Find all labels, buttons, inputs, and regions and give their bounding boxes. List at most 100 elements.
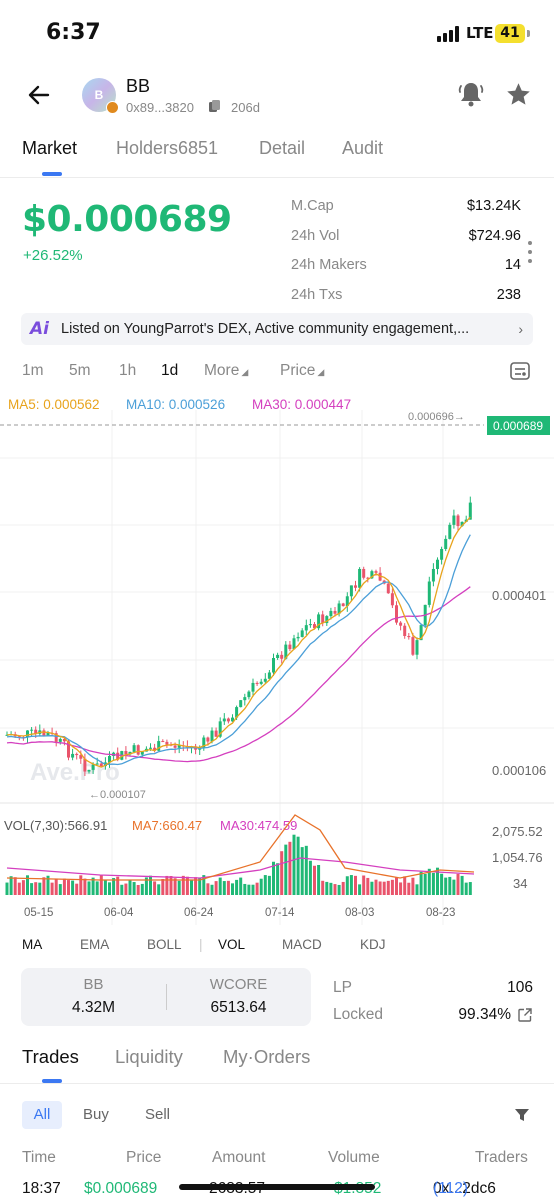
volume-bar — [5, 882, 9, 895]
interval-more[interactable]: More ◢ — [204, 362, 248, 380]
indicator-boll[interactable]: BOLL — [147, 937, 182, 952]
tab-trades[interactable]: Trades — [22, 1046, 79, 1068]
filter-buy[interactable]: Buy — [83, 1106, 109, 1123]
filter-sell[interactable]: Sell — [145, 1106, 170, 1123]
interval-1d[interactable]: 1d — [161, 362, 178, 380]
battery-icon: 41 — [495, 24, 525, 43]
pool-token-a-amount: 4.32M — [71, 999, 116, 1016]
trade-price: $0.000689 — [84, 1180, 158, 1197]
volume-bar — [386, 880, 390, 895]
interval-1m[interactable]: 1m — [22, 362, 44, 380]
candle — [75, 753, 79, 756]
token-age: 206d — [231, 100, 260, 115]
lp-label: LP — [333, 979, 352, 996]
candle — [436, 559, 439, 569]
volume-bar — [423, 873, 427, 895]
volume-bar — [284, 844, 288, 895]
candle — [30, 729, 34, 731]
volume-bar — [313, 865, 316, 895]
candle — [333, 610, 337, 614]
candle — [206, 737, 210, 742]
price-mode-dropdown[interactable]: Price ◢ — [280, 362, 324, 380]
external-link-icon[interactable] — [518, 1008, 532, 1022]
volume-bar — [403, 876, 407, 895]
indicator-ema[interactable]: EMA — [80, 937, 109, 952]
volume-bar — [358, 884, 362, 895]
volume-bars-group — [5, 834, 472, 895]
candle — [288, 644, 292, 650]
tab-active-indicator — [42, 172, 62, 176]
volume-bar — [296, 836, 300, 895]
volume-bar — [128, 880, 132, 895]
volume-bar — [468, 882, 472, 895]
stat-value: 238 — [496, 286, 521, 303]
volume-bar — [452, 879, 456, 895]
interval-5m[interactable]: 5m — [69, 362, 91, 380]
x-axis-date: 06-24 — [184, 907, 214, 919]
candle — [95, 763, 99, 765]
candle — [399, 622, 403, 626]
vol-axis-low: 34 — [513, 876, 527, 891]
indicator-macd[interactable]: MACD — [282, 937, 322, 952]
back-arrow-icon[interactable] — [26, 82, 52, 108]
volume-bar — [382, 881, 386, 895]
volume-bar — [317, 864, 321, 895]
candlestick-chart[interactable]: Ave.Pro 0.000696→ 0.000689 0.000401 0.00… — [0, 410, 554, 925]
pool-token-b-name: WCORE — [209, 976, 268, 993]
volume-bar — [300, 847, 304, 895]
home-indicator — [179, 1184, 375, 1190]
tab-liquidity[interactable]: Liquidity — [115, 1046, 183, 1068]
tab-my-orders[interactable]: My·Orders — [223, 1046, 310, 1068]
volume-bar — [407, 882, 411, 895]
ai-summary-banner[interactable]: Ai Listed on YoungParrot's DEX, Active c… — [21, 313, 533, 345]
pool-token-b: WCORE 6513.64 — [166, 976, 311, 1017]
volume-bar — [87, 881, 91, 895]
candle — [136, 745, 140, 755]
tab-holders[interactable]: Holders6851 — [116, 138, 218, 159]
tab-detail[interactable]: Detail — [259, 138, 305, 159]
vol-ma7-legend: MA7:660.47 — [132, 818, 202, 833]
volume-bar — [42, 877, 46, 895]
volume-bar — [263, 875, 267, 895]
favorite-star-icon[interactable] — [505, 81, 532, 108]
candle — [87, 769, 91, 772]
candle — [448, 524, 452, 539]
chart-settings-icon[interactable] — [510, 362, 530, 380]
current-price-tag-text: 0.000689 — [493, 419, 543, 433]
tab-market[interactable]: Market — [22, 138, 77, 159]
volume-bar — [206, 883, 210, 895]
candle — [71, 753, 75, 758]
volume-bar — [140, 883, 144, 895]
col-time: Time — [22, 1149, 56, 1166]
candle — [263, 678, 267, 682]
status-bar: 6:37 LTE 41 — [0, 0, 554, 60]
volume-bar — [395, 877, 398, 895]
volume-bar — [173, 878, 177, 895]
filter-all[interactable]: All — [22, 1101, 62, 1129]
y-axis-label-low: 0.000106 — [492, 763, 546, 778]
volume-bar — [448, 876, 452, 895]
indicator-ma[interactable]: MA — [22, 937, 42, 952]
volume-bar — [149, 875, 152, 895]
more-vertical-icon[interactable] — [527, 240, 533, 264]
volume-bar — [75, 883, 79, 895]
volume-bar — [108, 882, 111, 895]
indicator-vol[interactable]: VOL — [218, 937, 245, 952]
avatar-letter: B — [94, 88, 104, 102]
trade-tabs-divider — [0, 1083, 554, 1084]
interval-1h[interactable]: 1h — [119, 362, 136, 380]
bell-icon[interactable] — [457, 80, 485, 108]
copy-icon[interactable] — [209, 100, 220, 112]
volume-bar — [50, 882, 54, 895]
volume-bar — [464, 882, 468, 895]
tab-audit[interactable]: Audit — [342, 138, 383, 159]
indicator-kdj[interactable]: KDJ — [360, 937, 386, 952]
vol-axis-mid: 1,054.76 — [492, 850, 543, 865]
pool-token-b-amount: 6513.64 — [210, 999, 267, 1016]
volume-bar — [374, 879, 378, 895]
token-address[interactable]: 0x89...3820 — [126, 100, 194, 115]
ai-icon: Ai — [30, 319, 49, 339]
candle — [99, 763, 103, 767]
y-axis-label-mid: 0.000401 — [492, 588, 546, 603]
filter-funnel-icon[interactable] — [514, 1107, 530, 1123]
